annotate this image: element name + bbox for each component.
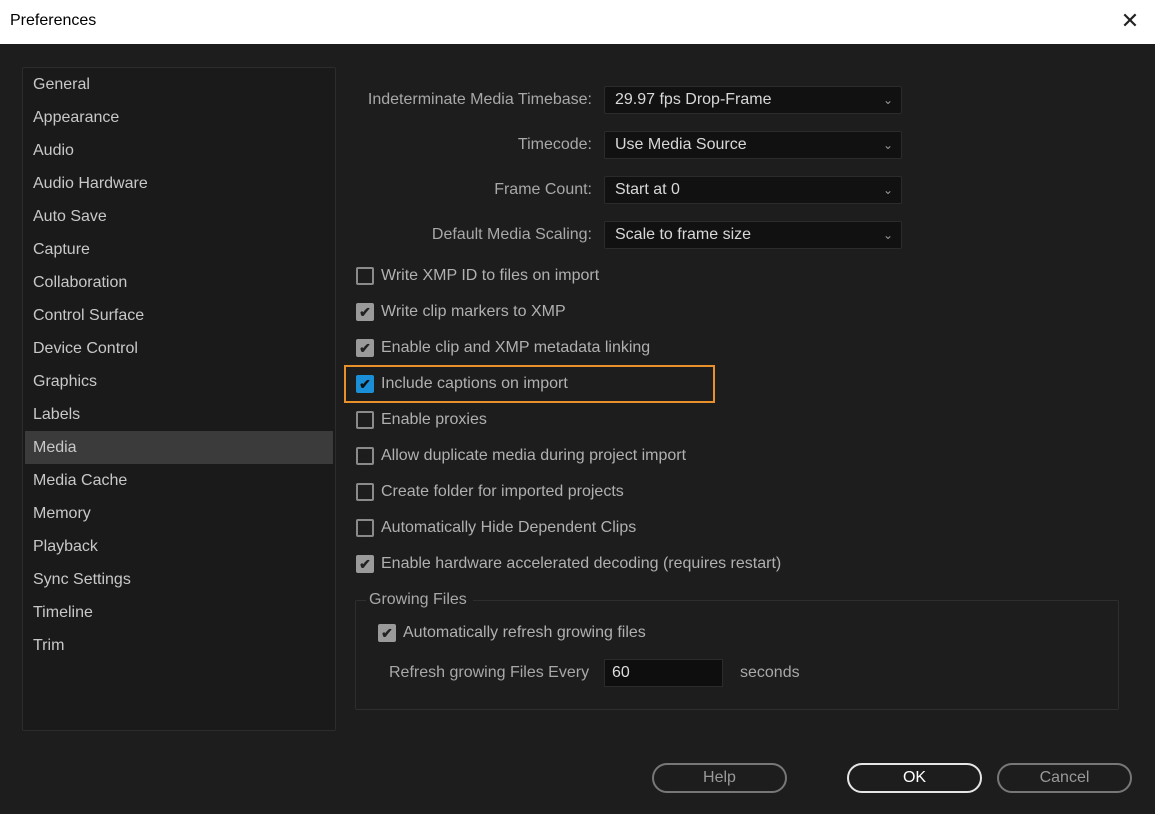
field-label: Indeterminate Media Timebase: [367,91,592,108]
cancel-button[interactable]: Cancel [997,763,1132,793]
dropdown[interactable]: Scale to frame size ⌄ [604,221,902,249]
dropdown[interactable]: Use Media Source ⌄ [604,131,902,159]
dropdown-value: Start at 0 [615,181,680,198]
window-title: Preferences [10,12,97,29]
checkbox-empty-icon [356,483,374,501]
dropdown-value: 29.97 fps Drop-Frame [615,91,772,108]
checkbox-option[interactable]: ✔ Write clip markers to XMP [356,301,566,323]
checkbox-label: Automatically Hide Dependent Clips [381,519,637,536]
checkbox-label: Write XMP ID to files on import [381,267,600,284]
checkbox-label: Enable hardware accelerated decoding (re… [381,555,782,572]
checkmark-icon: ✔ [378,624,396,642]
chevron-down-icon: ⌄ [882,138,893,152]
checkmark-icon: ✔ [356,375,374,393]
checkbox-label: Automatically refresh growing files [403,624,646,641]
title-bar: Preferences ✕ [0,0,1155,44]
checkbox-empty-icon [356,411,374,429]
ok-button[interactable]: OK [847,763,982,793]
checkbox-option[interactable]: ✔ Enable hardware accelerated decoding (r… [356,553,781,575]
checkmark-icon: ✔ [356,303,374,321]
dropdown[interactable]: Start at 0 ⌄ [604,176,902,204]
sidebar-item-device-control[interactable]: Device Control [25,332,333,365]
sidebar-item-labels[interactable]: Labels [25,398,333,431]
sidebar-item-collaboration[interactable]: Collaboration [25,266,333,299]
close-icon[interactable]: ✕ [1118,8,1142,34]
chevron-down-icon: ⌄ [882,183,893,197]
checkbox-empty-icon [356,519,374,537]
checkbox-label: Create folder for imported projects [381,483,624,500]
auto-refresh-checkbox[interactable]: ✔ Automatically refresh growing files [378,622,646,644]
growing-files-group [355,600,1119,710]
sidebar-item-sync-settings[interactable]: Sync Settings [25,563,333,596]
field-label: Default Media Scaling: [431,226,592,243]
help-button[interactable]: Help [652,763,787,793]
checkbox-option[interactable]: Automatically Hide Dependent Clips [356,517,636,539]
checkbox-option[interactable]: Create folder for imported projects [356,481,624,503]
dropdown-value: Scale to frame size [615,226,752,243]
checkbox-empty-icon [356,267,374,285]
sidebar-item-memory[interactable]: Memory [25,497,333,530]
checkbox-option[interactable]: Write XMP ID to files on import [356,265,599,287]
checkbox-label: Include captions on import [381,375,568,392]
sidebar-item-graphics[interactable]: Graphics [25,365,333,398]
field-label: Timecode: [517,136,592,153]
dropdown[interactable]: 29.97 fps Drop-Frame ⌄ [604,86,902,114]
checkbox-option[interactable]: ✔ Include captions on import [356,373,568,395]
checkmark-icon: ✔ [356,339,374,357]
chevron-down-icon: ⌄ [882,228,893,242]
refresh-interval-input[interactable] [604,659,723,687]
checkmark-icon: ✔ [356,555,374,573]
sidebar-item-playback[interactable]: Playback [25,530,333,563]
refresh-label: Refresh growing Files Every [389,664,590,681]
growing-files-title: Growing Files [366,591,473,609]
checkbox-option[interactable]: ✔ Enable clip and XMP metadata linking [356,337,650,359]
checkbox-label: Write clip markers to XMP [381,303,566,320]
sidebar-item-media-cache[interactable]: Media Cache [25,464,333,497]
checkbox-option[interactable]: Allow duplicate media during project imp… [356,445,686,467]
seconds-label: seconds [740,664,800,681]
sidebar-item-trim[interactable]: Trim [25,629,333,662]
checkbox-option[interactable]: Enable proxies [356,409,487,431]
sidebar-item-timeline[interactable]: Timeline [25,596,333,629]
checkbox-label: Allow duplicate media during project imp… [381,447,687,464]
sidebar-item-media[interactable]: Media [25,431,333,464]
checkbox-label: Enable proxies [381,411,487,428]
checkbox-label: Enable clip and XMP metadata linking [381,339,651,356]
field-label: Frame Count: [494,181,592,198]
dropdown-value: Use Media Source [615,136,747,153]
category-list: General Appearance Audio Audio Hardware Auto… [22,67,336,731]
checkbox-empty-icon [356,447,374,465]
sidebar-item-control-surface[interactable]: Control Surface [25,299,333,332]
chevron-down-icon: ⌄ [882,93,893,107]
